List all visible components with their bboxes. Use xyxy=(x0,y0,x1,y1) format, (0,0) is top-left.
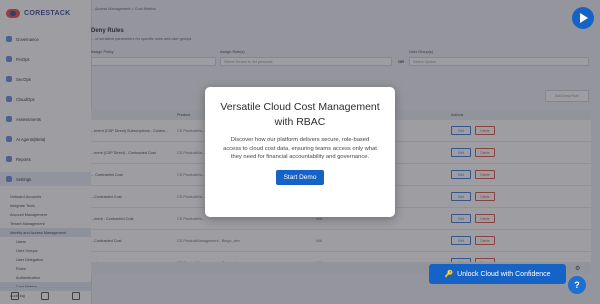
help-button[interactable]: ? xyxy=(568,276,586,294)
demo-modal: Versatile Cloud Cost Management with RBA… xyxy=(205,87,395,217)
key-icon: 🔑 xyxy=(444,271,454,278)
unlock-cloud-button[interactable]: 🔑 Unlock Cloud with Confidence xyxy=(429,264,566,284)
start-demo-button[interactable]: Start Demo xyxy=(275,169,325,185)
modal-title: Versatile Cloud Cost Management with RBA… xyxy=(220,101,380,128)
unlock-cloud-label: Unlock Cloud with Confidence xyxy=(457,270,551,278)
modal-body: Discover how our platform delivers secur… xyxy=(223,137,377,160)
play-video-button[interactable] xyxy=(572,7,594,29)
